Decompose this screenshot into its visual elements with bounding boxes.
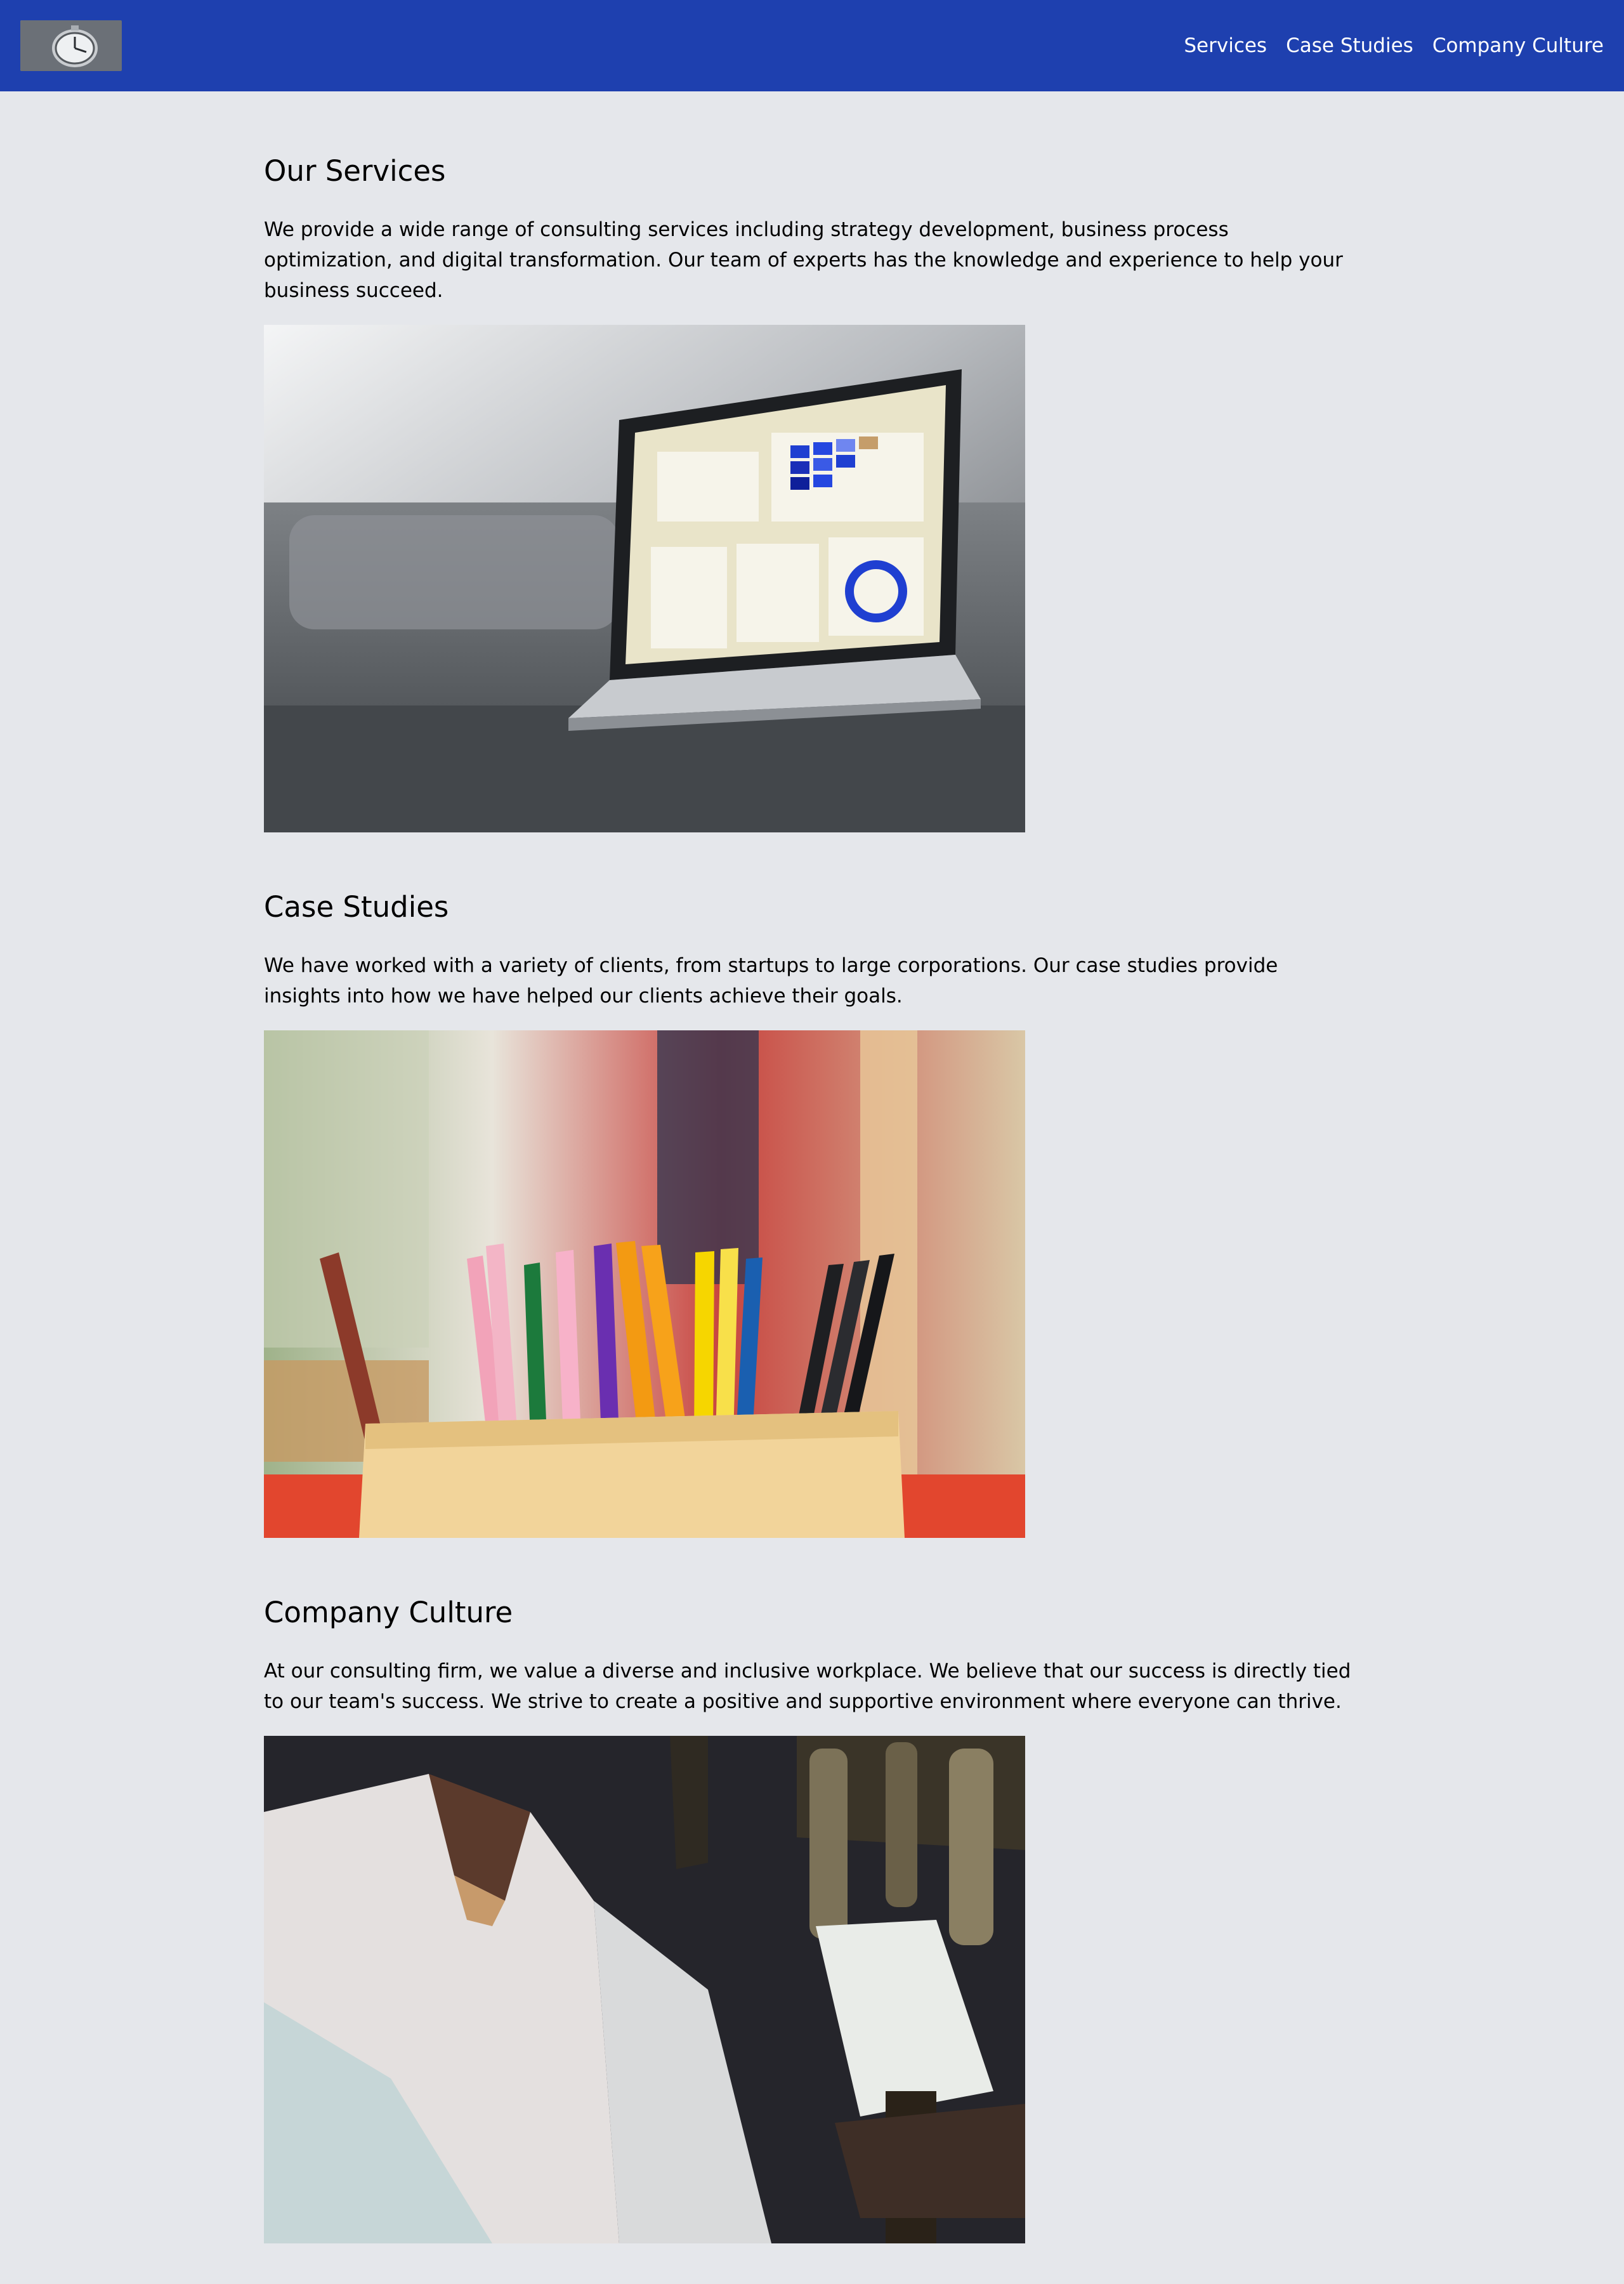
company-culture-heading: Company Culture xyxy=(264,1596,513,1629)
top-navigation-bar: Services Case Studies Company Culture xyxy=(0,0,1624,91)
company-culture-section: Company Culture At our consulting firm, … xyxy=(264,1578,1360,2243)
case-studies-section: Case Studies We have worked with a varie… xyxy=(264,873,1360,1538)
nav-link-company-culture[interactable]: Company Culture xyxy=(1432,36,1604,56)
company-culture-description: At our consulting firm, we value a diver… xyxy=(264,1660,1351,1713)
craftsman-tools-photo xyxy=(264,1736,1025,2243)
services-heading: Our Services xyxy=(264,154,446,188)
main-nav: Services Case Studies Company Culture xyxy=(1184,0,1604,91)
laptop-dashboard-photo xyxy=(264,325,1025,832)
nav-link-case-studies[interactable]: Case Studies xyxy=(1286,36,1413,56)
services-description: We provide a wide range of consulting se… xyxy=(264,218,1343,302)
main-content: Our Services We provide a wide range of … xyxy=(264,137,1360,2284)
nav-link-services[interactable]: Services xyxy=(1184,36,1267,56)
case-studies-description: We have worked with a variety of clients… xyxy=(264,954,1278,1007)
services-section: Our Services We provide a wide range of … xyxy=(264,137,1360,832)
clock-logo-icon[interactable] xyxy=(20,20,122,71)
case-studies-heading: Case Studies xyxy=(264,890,449,924)
colored-pencils-photo xyxy=(264,1030,1025,1538)
